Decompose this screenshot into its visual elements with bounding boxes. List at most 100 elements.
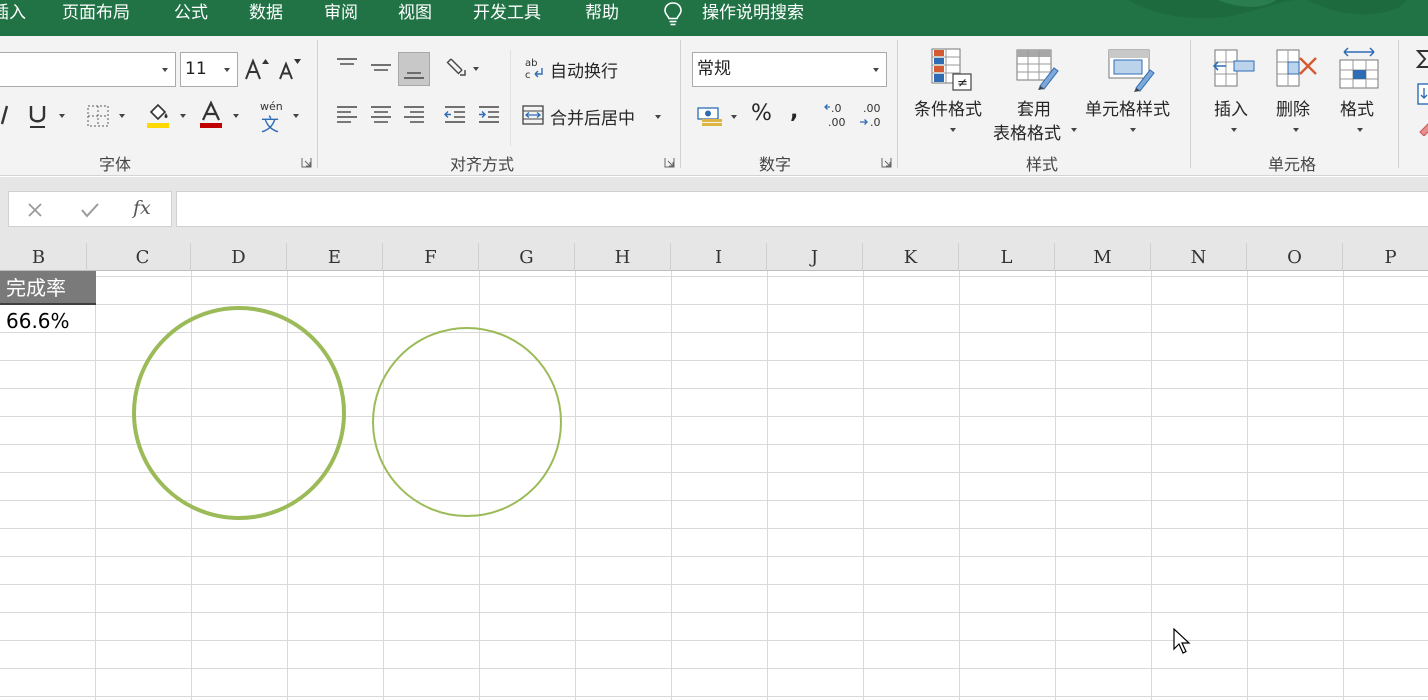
phonetic-bottom-label: 文 [261, 115, 279, 136]
tab-data[interactable]: 数据 [249, 0, 283, 28]
tab-formulas[interactable]: 公式 [174, 0, 208, 28]
chevron-down-icon [655, 115, 661, 119]
accounting-format-icon[interactable] [696, 104, 724, 128]
column-header-n[interactable]: N [1151, 243, 1247, 271]
fill-color-icon[interactable] [145, 100, 171, 130]
percent-style-button[interactable]: % [751, 101, 772, 126]
number-dialog-launcher-icon[interactable] [881, 157, 892, 168]
tell-me-search[interactable]: 操作说明搜索 [702, 0, 804, 28]
font-dialog-launcher-icon[interactable] [301, 157, 312, 168]
tab-help[interactable]: 帮助 [585, 0, 619, 28]
chevron-down-icon[interactable] [731, 115, 737, 119]
comma-style-button[interactable]: , [790, 99, 798, 124]
insert-cells-button[interactable]: 插入 [1206, 44, 1262, 144]
conditional-formatting-button[interactable]: ≠ 条件格式 [911, 44, 991, 144]
column-header-b[interactable]: B [0, 243, 87, 271]
align-middle-icon[interactable] [369, 56, 393, 80]
formula-bar: fx [0, 177, 1428, 243]
underline-icon[interactable] [27, 102, 49, 130]
increase-indent-icon[interactable] [477, 104, 501, 126]
column-header-m[interactable]: M [1055, 243, 1151, 271]
svg-text:≠: ≠ [957, 76, 968, 91]
format-as-table-button[interactable]: 套用 表格格式 [990, 44, 1082, 144]
chevron-down-icon[interactable] [293, 114, 299, 118]
increase-font-size-icon[interactable] [243, 56, 271, 82]
column-header-p[interactable]: P [1343, 243, 1428, 271]
align-center-icon[interactable] [369, 104, 393, 126]
column-header-o[interactable]: O [1247, 243, 1343, 271]
svg-text:c: c [525, 70, 531, 81]
font-color-icon[interactable] [198, 100, 224, 130]
format-as-table-label-line1: 套用 [1017, 100, 1051, 120]
column-header-c[interactable]: C [95, 243, 191, 271]
phonetic-guide-button[interactable]: wén 文 [257, 100, 285, 136]
chevron-down-icon[interactable] [119, 114, 125, 118]
format-cells-button[interactable]: 格式 [1330, 44, 1386, 144]
svg-text:.0: .0 [870, 116, 881, 129]
cell-styles-button[interactable]: 单元格样式 [1082, 44, 1180, 144]
orientation-icon[interactable] [444, 55, 468, 81]
mouse-pointer-icon [1173, 627, 1191, 654]
chevron-down-icon [873, 68, 879, 72]
chevron-down-icon[interactable] [180, 114, 186, 118]
tab-review[interactable]: 审阅 [324, 0, 358, 28]
cell-styles-icon [1108, 49, 1155, 92]
number-format-combo[interactable]: 常规 [692, 52, 887, 87]
increase-decimal-icon[interactable]: .0 .00 [823, 100, 851, 130]
align-bottom-button[interactable] [398, 52, 430, 86]
enter-check-icon[interactable] [79, 201, 101, 219]
font-name-combo[interactable] [0, 52, 176, 87]
tab-insert[interactable]: 插入 [0, 0, 26, 28]
chevron-down-icon [162, 68, 168, 72]
tab-view[interactable]: 视图 [398, 0, 432, 28]
cancel-icon[interactable] [26, 201, 44, 219]
align-right-icon[interactable] [402, 104, 426, 126]
autosum-icon[interactable] [1412, 48, 1428, 70]
decrease-font-size-icon[interactable] [277, 56, 303, 82]
clear-icon[interactable] [1414, 116, 1428, 136]
thick-circle-shape[interactable] [132, 306, 346, 520]
tab-developer[interactable]: 开发工具 [473, 0, 541, 28]
chevron-down-icon[interactable] [473, 67, 479, 71]
lightbulb-icon [664, 2, 682, 26]
column-header-l[interactable]: L [959, 243, 1055, 271]
column-header-h[interactable]: H [575, 243, 671, 271]
chevron-down-icon[interactable] [233, 114, 239, 118]
column-header-d[interactable]: D [191, 243, 287, 271]
chevron-down-icon[interactable] [59, 114, 65, 118]
formula-controls: fx [8, 191, 172, 227]
tab-page-layout[interactable]: 页面布局 [62, 0, 130, 28]
column-headers: B C D E F G H I J K L M N O P [0, 243, 1428, 271]
fill-icon[interactable] [1414, 82, 1428, 106]
column-header-j[interactable]: J [767, 243, 863, 271]
alignment-dialog-launcher-icon[interactable] [664, 157, 675, 168]
thin-circle-shape[interactable] [372, 327, 562, 517]
wrap-text-button[interactable]: ab c 自动换行 [523, 54, 633, 86]
column-header-g[interactable]: G [479, 243, 575, 271]
delete-cells-icon [1276, 49, 1317, 87]
decrease-decimal-icon[interactable]: .00 .0 [857, 100, 885, 130]
font-size-combo[interactable]: 11 [180, 52, 238, 87]
italic-icon[interactable] [0, 102, 12, 128]
column-header-e[interactable]: E [287, 243, 383, 271]
column-header-i[interactable]: I [671, 243, 767, 271]
insert-cells-label: 插入 [1214, 100, 1248, 120]
delete-cells-button[interactable]: 删除 [1268, 44, 1324, 144]
align-top-icon[interactable] [335, 56, 359, 76]
group-separator [1398, 40, 1399, 168]
formula-input[interactable] [176, 191, 1428, 227]
decrease-indent-icon[interactable] [443, 104, 467, 126]
borders-icon[interactable] [86, 104, 110, 128]
chevron-down-icon [1130, 128, 1136, 132]
group-label-number: 数字 [759, 155, 792, 174]
group-label-cells: 单元格 [1268, 155, 1317, 174]
chevron-down-icon [1293, 128, 1299, 132]
merge-center-button[interactable]: 合并后居中 [521, 100, 671, 132]
format-as-table-icon [1016, 49, 1059, 90]
number-format-value: 常规 [697, 59, 731, 79]
column-header-f[interactable]: F [383, 243, 479, 271]
align-left-icon[interactable] [335, 104, 359, 126]
insert-function-button[interactable]: fx [133, 197, 151, 219]
align-bottom-icon [404, 72, 424, 79]
column-header-k[interactable]: K [863, 243, 959, 271]
